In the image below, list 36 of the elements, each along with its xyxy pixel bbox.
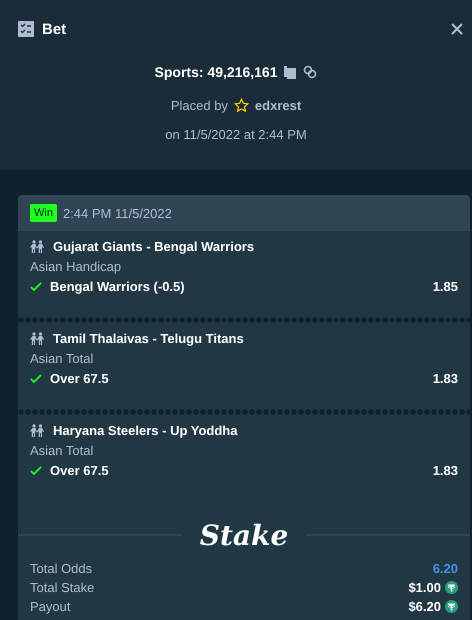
- status-badge: Win: [30, 204, 57, 222]
- market-name: Asian Total: [30, 443, 94, 458]
- total-label: Payout: [30, 599, 72, 614]
- total-label: Total Odds: [30, 561, 94, 576]
- players-icon: [30, 424, 45, 437]
- market-name: Asian Total: [30, 351, 94, 366]
- event-name[interactable]: Haryana Steelers - Up Yoddha: [53, 423, 238, 438]
- players-icon: [30, 332, 45, 345]
- total-value: $1.00: [408, 580, 441, 595]
- event-name[interactable]: Gujarat Giants - Bengal Warriors: [53, 239, 254, 254]
- total-label: Total Stake: [30, 580, 96, 595]
- market-name: Asian Handicap: [30, 259, 122, 274]
- close-button[interactable]: [450, 22, 464, 36]
- copy-button[interactable]: [283, 65, 298, 79]
- selection-name: Over 67.5: [50, 463, 110, 478]
- window-title: Bet: [42, 20, 68, 38]
- selection-name: Bengal Warriors (-0.5): [50, 279, 186, 294]
- username[interactable]: edxrest: [254, 98, 302, 113]
- star-icon: [234, 98, 249, 113]
- odds-value: 1.83: [432, 463, 458, 478]
- event-name[interactable]: Tamil Thalaivas - Telugu Titans: [53, 331, 244, 346]
- odds-value: 1.85: [432, 279, 458, 294]
- players-icon: [30, 240, 45, 253]
- tether-coin-icon: [445, 600, 458, 613]
- bet-time: 2:44 PM 11/5/2022: [62, 206, 172, 220]
- link-button[interactable]: [303, 65, 318, 79]
- bet-id: Sports: 49,216,161: [154, 64, 278, 80]
- total-value: 6.20: [432, 561, 458, 576]
- logo: Stake: [198, 518, 290, 552]
- total-value: $6.20: [408, 599, 441, 614]
- placed-by-label: Placed by: [170, 98, 228, 113]
- tether-coin-icon: [445, 581, 458, 594]
- placed-date: on 11/5/2022 at 2:44 PM: [165, 127, 307, 142]
- odds-value: 1.83: [432, 371, 458, 386]
- bet-slip-icon: [18, 21, 34, 37]
- selection-name: Over 67.5: [50, 371, 110, 386]
